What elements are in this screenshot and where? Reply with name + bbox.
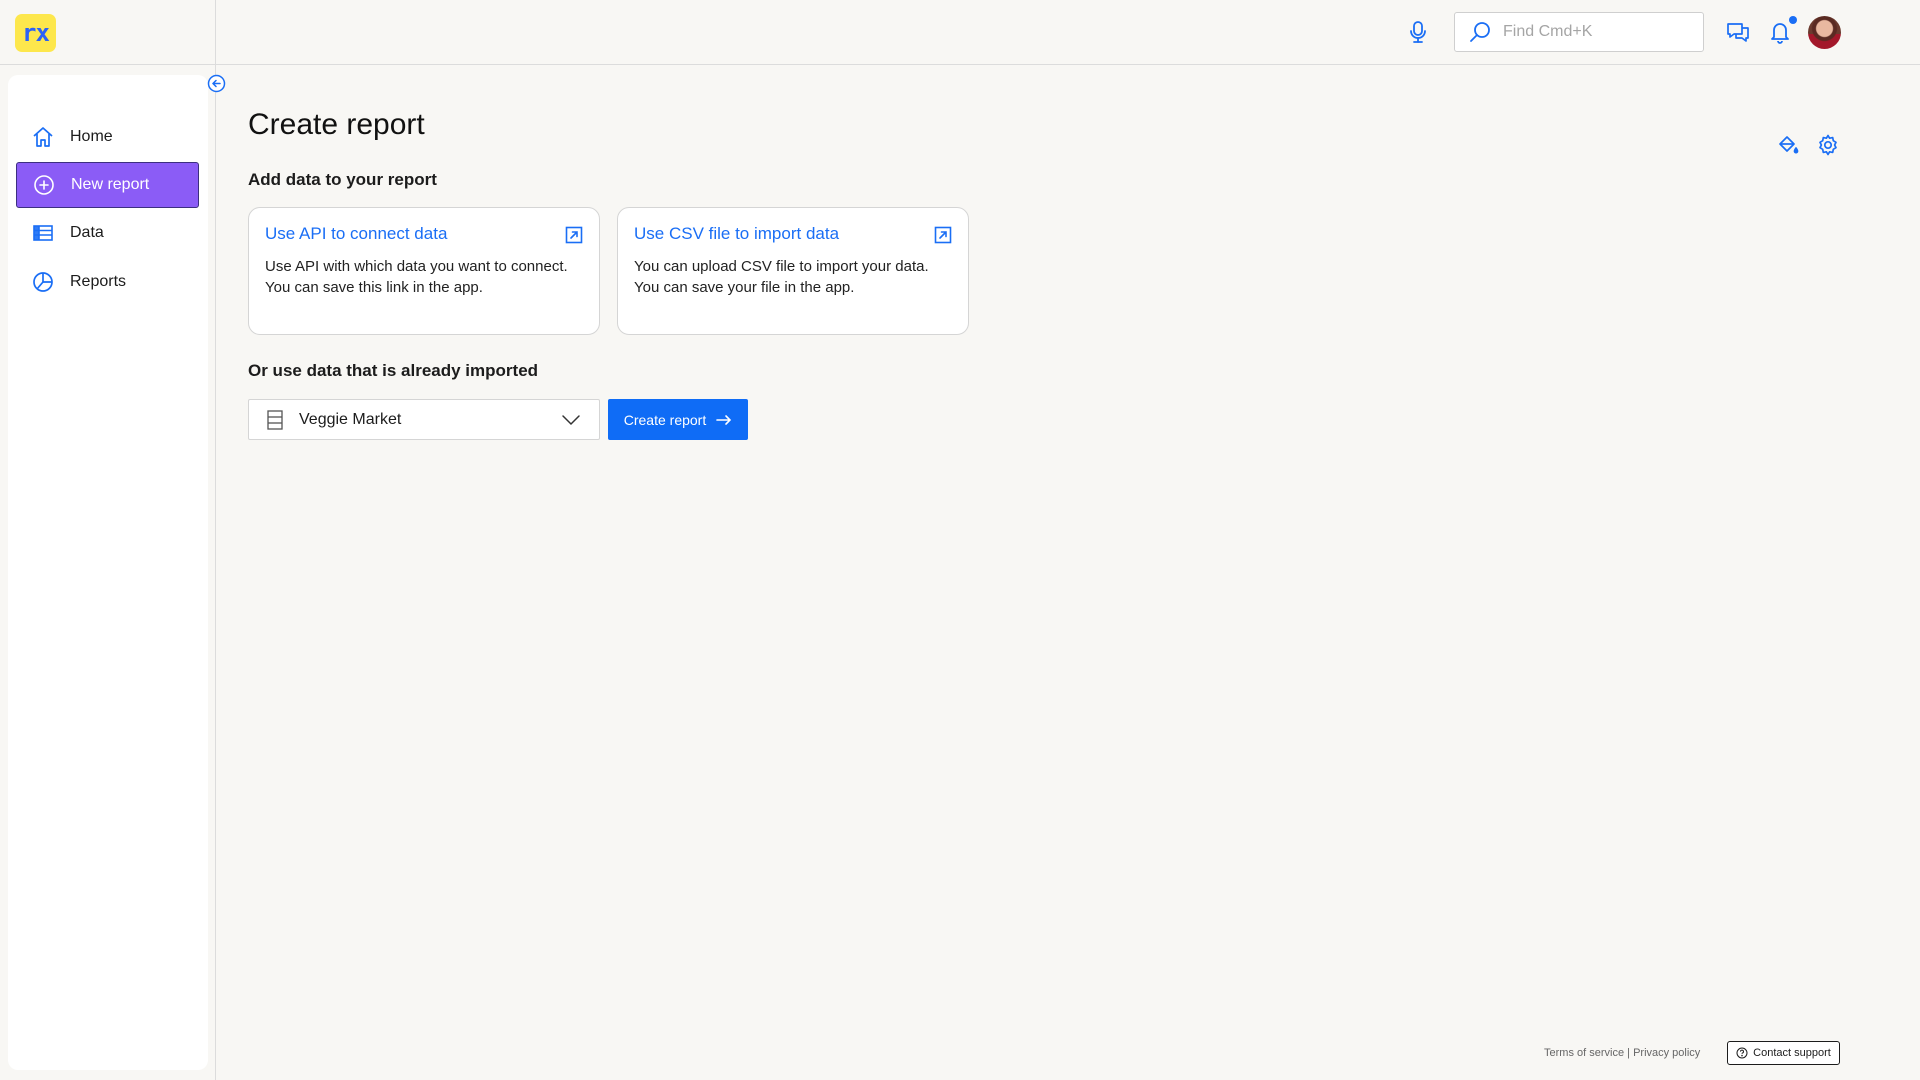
paint-bucket-icon[interactable] bbox=[1777, 134, 1799, 156]
sidebar-item-reports[interactable]: Reports bbox=[16, 259, 199, 305]
microphone-icon[interactable] bbox=[1407, 20, 1429, 44]
sidebar-item-label: Data bbox=[70, 224, 104, 241]
footer-separator: | bbox=[1627, 1047, 1630, 1059]
search-icon bbox=[1469, 21, 1491, 43]
search-input[interactable] bbox=[1503, 23, 1693, 41]
sidebar-item-new-report[interactable]: New report bbox=[16, 162, 199, 208]
external-link-icon[interactable] bbox=[565, 226, 583, 244]
plus-circle-icon bbox=[33, 174, 55, 196]
dataset-select-value: Veggie Market bbox=[299, 410, 402, 428]
gear-icon[interactable] bbox=[1817, 134, 1839, 156]
footer-links: Terms of service | Privacy policy bbox=[1544, 1047, 1700, 1059]
database-icon bbox=[267, 409, 283, 430]
terms-link[interactable]: Terms of service bbox=[1544, 1047, 1624, 1059]
sidebar-item-label: New report bbox=[71, 176, 150, 193]
notification-dot bbox=[1789, 16, 1797, 24]
contact-support-label: Contact support bbox=[1753, 1047, 1831, 1059]
table-icon bbox=[32, 222, 54, 244]
pie-chart-icon bbox=[32, 271, 54, 293]
dataset-select[interactable]: Veggie Market bbox=[248, 399, 600, 440]
bell-icon[interactable] bbox=[1769, 19, 1791, 45]
app-logo[interactable]: rx bbox=[15, 14, 56, 52]
home-icon bbox=[32, 126, 54, 148]
create-report-button[interactable]: Create report bbox=[608, 399, 748, 440]
help-icon bbox=[1736, 1047, 1748, 1059]
chevron-down-icon bbox=[561, 412, 581, 428]
sidebar-item-label: Home bbox=[70, 128, 113, 145]
search-box[interactable] bbox=[1454, 12, 1704, 52]
card-description: You can upload CSV file to import your d… bbox=[634, 258, 929, 296]
page-title: Create report bbox=[248, 108, 425, 141]
card-title: Use CSV file to import data bbox=[634, 224, 840, 243]
privacy-link[interactable]: Privacy policy bbox=[1633, 1047, 1700, 1059]
sidebar-divider bbox=[215, 0, 216, 1080]
sidebar-item-data[interactable]: Data bbox=[16, 210, 199, 256]
sidebar-item-label: Reports bbox=[70, 273, 127, 290]
collapse-sidebar-icon[interactable] bbox=[207, 74, 226, 93]
arrow-right-icon bbox=[716, 414, 732, 426]
existing-data-heading: Or use data that is already imported bbox=[248, 361, 539, 380]
external-link-icon[interactable] bbox=[934, 226, 952, 244]
api-connect-card[interactable]: Use API to connect data Use API with whi… bbox=[248, 207, 600, 335]
sidebar-item-home[interactable]: Home bbox=[16, 114, 199, 160]
chat-icon[interactable] bbox=[1726, 21, 1750, 43]
card-description: Use API with which data you want to conn… bbox=[265, 258, 568, 296]
avatar[interactable] bbox=[1808, 16, 1841, 49]
contact-support-button[interactable]: Contact support bbox=[1727, 1041, 1840, 1065]
add-data-heading: Add data to your report bbox=[248, 170, 437, 189]
card-title: Use API to connect data bbox=[265, 224, 448, 243]
csv-import-card[interactable]: Use CSV file to import data You can uplo… bbox=[617, 207, 969, 335]
create-report-label: Create report bbox=[623, 411, 707, 428]
